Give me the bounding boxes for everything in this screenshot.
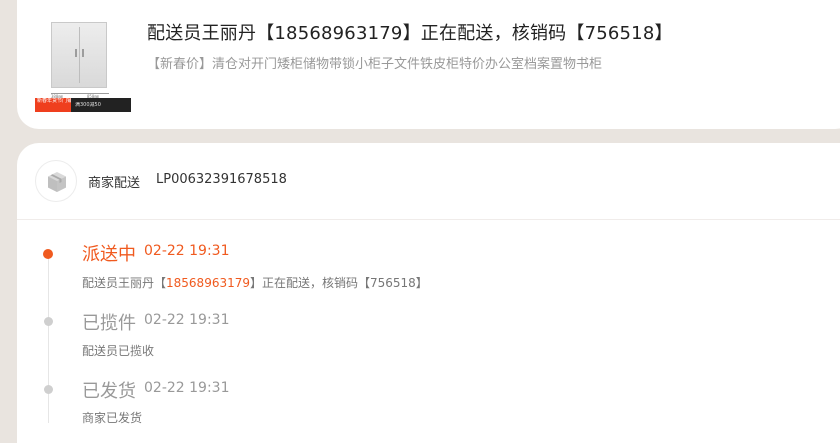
courier-phone-link[interactable]: 18568963179 (166, 276, 250, 290)
cabinet-illustration (51, 22, 107, 88)
promo-badge: 新春年货节门铺 (35, 98, 71, 112)
product-promo-bar: 新春年货节门铺 满300减50 (35, 98, 131, 112)
cabinet-handle-right (82, 49, 84, 57)
event-status: 派送中 (82, 244, 136, 265)
event-status: 已发货 (82, 381, 136, 402)
courier-label: 商家配送 (88, 176, 141, 191)
cabinet-handle-left (75, 49, 77, 57)
order-summary-card[interactable]: 380mm 850mm 新春年货节门铺 满300减50 配送员王丽丹【18568… (17, 0, 840, 129)
timeline-dot-active (43, 249, 53, 259)
product-image[interactable]: 380mm 850mm 新春年货节门铺 满300减50 (35, 16, 131, 112)
timeline-dot (44, 385, 53, 394)
timeline-line (48, 253, 49, 423)
event-description: 商家已发货 (82, 411, 143, 425)
event-desc-suffix: 】正在配送，核销码【756518】 (250, 276, 428, 290)
courier-row: 商家配送 LP00632391678518 (17, 143, 840, 220)
event-desc-prefix: 配送员王丽丹【 (82, 276, 167, 290)
event-time: 02-22 19:31 (144, 380, 230, 396)
tracking-number[interactable]: LP00632391678518 (156, 172, 287, 187)
event-time: 02-22 19:31 (144, 312, 230, 328)
promo-text: 满300减50 (75, 102, 101, 108)
package-box-icon (35, 160, 77, 202)
timeline-dot (44, 317, 53, 326)
event-description: 配送员王丽丹【18568963179】正在配送，核销码【756518】 (82, 274, 428, 291)
tracking-card: 商家配送 LP00632391678518 派送中 02-22 19:31 配送… (17, 143, 840, 443)
event-time: 02-22 19:31 (144, 243, 230, 259)
delivery-title: 配送员王丽丹【18568963179】正在配送，核销码【756518】 (147, 23, 673, 44)
product-name[interactable]: 【新春价】清仓对开门矮柜储物带锁小柜子文件铁皮柜特价办公室档案置物书柜 (147, 53, 602, 72)
event-description: 配送员已揽收 (82, 344, 155, 358)
package-box-icon-graphic (48, 172, 66, 192)
event-status: 已揽件 (82, 313, 136, 334)
